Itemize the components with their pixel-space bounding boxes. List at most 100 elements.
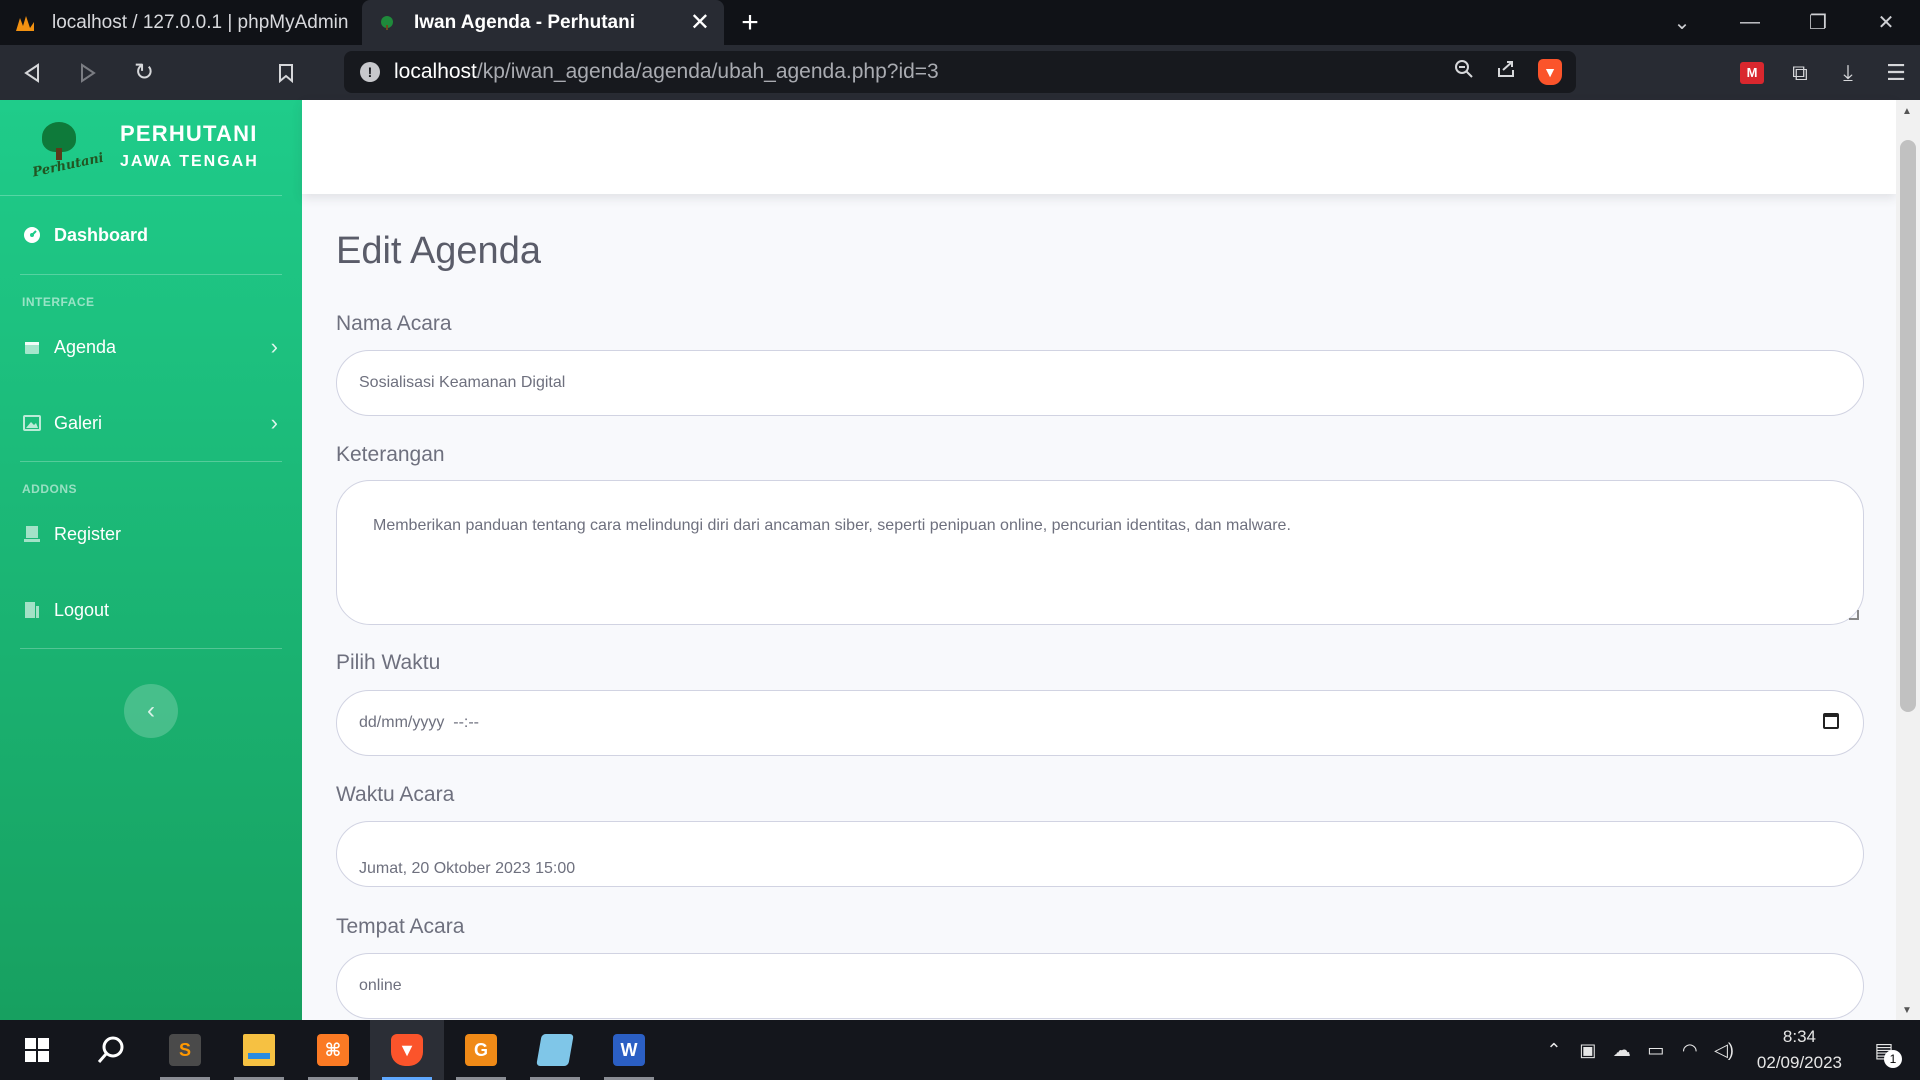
- brand-text: PERHUTANI JAWA TENGAH: [120, 120, 259, 176]
- chevron-right-icon: ›: [270, 334, 278, 359]
- tempat-acara-input[interactable]: online: [336, 953, 1864, 1019]
- keterangan-label: Keterangan: [336, 443, 445, 466]
- tab-iwan-agenda[interactable]: Iwan Agenda - Perhutani ✕: [362, 0, 724, 45]
- reload-icon[interactable]: ↻: [120, 49, 168, 97]
- tab-title: Iwan Agenda - Perhutani: [414, 11, 635, 33]
- meet-now-icon[interactable]: ▣: [1571, 1040, 1605, 1061]
- onedrive-icon[interactable]: ☁: [1605, 1040, 1639, 1061]
- phpmyadmin-icon: [14, 12, 36, 34]
- clock-time: 8:34: [1782, 1027, 1816, 1046]
- waktu-acara-value: Jumat, 20 Oktober 2023 15:00: [359, 860, 576, 877]
- tab-list-icon[interactable]: ⌄: [1648, 0, 1716, 45]
- show-hidden-icons-icon[interactable]: ⌃: [1537, 1040, 1571, 1061]
- page-scrollbar[interactable]: ▲ ▼: [1896, 100, 1920, 1020]
- sidebar-item-register[interactable]: Register: [0, 496, 302, 572]
- sidebar-divider: [20, 648, 282, 649]
- windows-start-icon[interactable]: [0, 1020, 74, 1080]
- sidebar-item-label: Logout: [54, 599, 110, 620]
- nama-acara-input[interactable]: Sosialisasi Keamanan Digital: [336, 350, 1864, 416]
- new-tab-icon[interactable]: +: [724, 0, 776, 45]
- register-icon: [22, 524, 42, 544]
- menu-icon[interactable]: ☰: [1872, 49, 1920, 97]
- pilih-waktu-label: Pilih Waktu: [336, 651, 441, 674]
- extensions-area: M ⧉ ⤓ ☰: [1728, 45, 1920, 100]
- tempat-acara-value: online: [359, 977, 402, 994]
- brand-line2: JAWA TENGAH: [120, 152, 259, 170]
- search-icon[interactable]: [74, 1020, 148, 1080]
- sidebar-item-label: Register: [54, 523, 122, 544]
- share-icon[interactable]: [1496, 59, 1516, 85]
- url-host: localhost: [394, 60, 477, 83]
- sidebar-item-label: Dashboard: [54, 224, 149, 245]
- zoom-icon[interactable]: [1454, 59, 1474, 85]
- minimize-icon[interactable]: —: [1716, 0, 1784, 45]
- clock-date: 02/09/2023: [1756, 1053, 1842, 1072]
- image-icon: [22, 413, 42, 433]
- calendar-picker-icon[interactable]: [1823, 713, 1839, 729]
- extensions-icon[interactable]: ⧉: [1776, 49, 1824, 97]
- restore-icon[interactable]: ❐: [1784, 0, 1852, 45]
- sidebar-brand[interactable]: Perhutani PERHUTANI JAWA TENGAH: [0, 100, 282, 196]
- sidebar-item-label: Agenda: [54, 336, 117, 357]
- battery-icon[interactable]: ▭: [1639, 1040, 1673, 1061]
- system-tray: ⌃ ▣ ☁ ▭ ◠ ◁) 8:34 02/09/2023 ▤ 1: [1537, 1020, 1920, 1080]
- tempat-acara-label: Tempat Acara: [336, 915, 465, 938]
- dashboard-icon: [22, 225, 42, 245]
- sidebar-heading-addons: ADDONS: [22, 482, 78, 496]
- main-content: Edit Agenda Nama Acara Sosialisasi Keama…: [302, 194, 1896, 1020]
- download-icon[interactable]: ⤓: [1824, 49, 1872, 97]
- address-bar[interactable]: ! localhost/kp/iwan_agenda/agenda/ubah_a…: [344, 51, 1576, 93]
- resize-handle-icon[interactable]: [1849, 610, 1859, 620]
- scrollbar-thumb[interactable]: [1900, 140, 1916, 712]
- sidebar-item-agenda[interactable]: Agenda ›: [0, 309, 302, 385]
- clock[interactable]: 8:34 02/09/2023: [1757, 1024, 1842, 1076]
- file-explorer-icon[interactable]: [222, 1020, 296, 1080]
- logout-icon: [22, 600, 42, 620]
- volume-icon[interactable]: ◁): [1707, 1040, 1741, 1061]
- url-path: /kp/iwan_agenda/agenda/ubah_agenda.php?i…: [476, 60, 939, 83]
- brand-line1: PERHUTANI: [120, 120, 258, 146]
- perhutani-logo: Perhutani: [28, 116, 105, 180]
- sidebar: Perhutani PERHUTANI JAWA TENGAH Dashboar…: [0, 100, 302, 1020]
- window-controls: ⌄ — ❐ ✕: [1648, 0, 1920, 45]
- browser-tabbar: localhost / 127.0.0.1 | phpMyAdmin 5. Iw…: [0, 0, 1920, 45]
- sidebar-toggle-button[interactable]: ‹: [124, 684, 178, 738]
- sidebar-item-galeri[interactable]: Galeri ›: [0, 385, 302, 461]
- nama-acara-label: Nama Acara: [336, 312, 452, 335]
- scroll-down-icon[interactable]: ▼: [1902, 1005, 1912, 1016]
- brave-icon[interactable]: ▼: [370, 1020, 444, 1080]
- brave-shield-icon[interactable]: ▼: [1538, 59, 1562, 85]
- forward-icon[interactable]: [64, 49, 112, 97]
- keterangan-textarea[interactable]: Memberikan panduan tentang cara melindun…: [336, 480, 1864, 625]
- sidebar-item-dashboard[interactable]: Dashboard: [0, 196, 302, 274]
- pdf-icon[interactable]: G: [444, 1020, 518, 1080]
- calendar-icon: [22, 337, 42, 357]
- word-icon[interactable]: W: [592, 1020, 666, 1080]
- address-bar-actions: ▼: [1454, 51, 1562, 93]
- page-title: Edit Agenda: [336, 230, 541, 272]
- nama-acara-value: Sosialisasi Keamanan Digital: [359, 374, 566, 391]
- notepad-icon[interactable]: [518, 1020, 592, 1080]
- pilih-waktu-input[interactable]: dd/mm/yyyy --:--: [336, 690, 1864, 756]
- notification-badge: 1: [1884, 1050, 1902, 1068]
- back-icon[interactable]: [8, 49, 56, 97]
- scroll-up-icon[interactable]: ▲: [1902, 106, 1912, 117]
- close-tab-icon[interactable]: ✕: [690, 8, 710, 37]
- mega-icon[interactable]: M: [1740, 61, 1764, 84]
- wifi-icon[interactable]: ◠: [1673, 1040, 1707, 1061]
- windows-taskbar: S ⌘ ▼ G W ⌃ ▣ ☁ ▭ ◠ ◁) 8:34 02/09/2023 ▤…: [0, 1020, 1920, 1080]
- logo-text: Perhutani: [31, 150, 106, 180]
- perhutani-favicon: [376, 12, 398, 34]
- sublime-icon[interactable]: S: [148, 1020, 222, 1080]
- waktu-acara-input[interactable]: Jumat, 20 Oktober 2023 15:00: [336, 821, 1864, 887]
- site-info-icon[interactable]: !: [360, 62, 380, 82]
- close-window-icon[interactable]: ✕: [1852, 0, 1920, 45]
- tab-title: localhost / 127.0.0.1 | phpMyAdmin 5.: [52, 11, 348, 33]
- bookmark-icon[interactable]: [262, 49, 310, 97]
- sidebar-item-logout[interactable]: Logout: [0, 572, 302, 648]
- pilih-waktu-placeholder: dd/mm/yyyy --:--: [359, 714, 479, 731]
- notification-icon[interactable]: ▤ 1: [1864, 1030, 1904, 1070]
- keterangan-value: Memberikan panduan tentang cara melindun…: [373, 517, 1291, 534]
- xampp-icon[interactable]: ⌘: [296, 1020, 370, 1080]
- tab-phpmyadmin[interactable]: localhost / 127.0.0.1 | phpMyAdmin 5.: [0, 0, 362, 45]
